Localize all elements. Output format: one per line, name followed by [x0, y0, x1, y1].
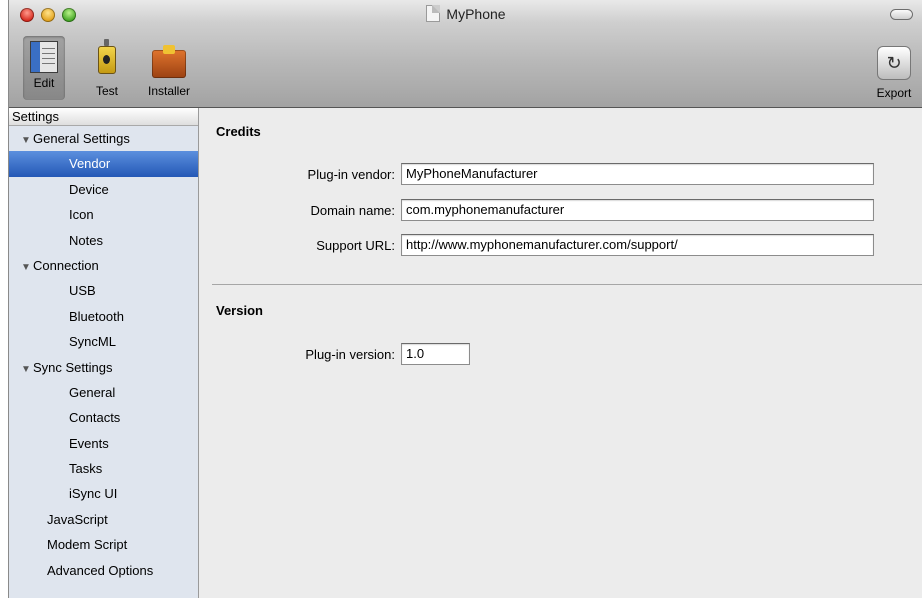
- package-icon: [152, 45, 186, 78]
- sidebar-item-javascript[interactable]: JavaScript: [9, 507, 198, 532]
- sidebar-item-vendor[interactable]: Vendor: [9, 151, 198, 177]
- sidebar-item-modem-script[interactable]: Modem Script: [9, 532, 198, 557]
- domain-field[interactable]: com.myphonemanufacturer: [401, 199, 874, 221]
- export-label: Export: [876, 86, 912, 100]
- domain-label: Domain name:: [310, 202, 395, 218]
- installer-label: Installer: [147, 84, 191, 98]
- edit-label: Edit: [33, 76, 55, 90]
- bug-spray-icon: [98, 39, 116, 74]
- domain-row: Domain name: com.myphonemanufacturer: [199, 199, 874, 221]
- sidebar-group-sync-settings[interactable]: ▼ Sync Settings: [9, 355, 198, 380]
- sidebar-group-connection[interactable]: ▼ Connection: [9, 253, 198, 278]
- disclosure-triangle-icon[interactable]: ▼: [21, 357, 33, 382]
- support-url-row: Support URL: http://www.myphonemanufactu…: [199, 234, 874, 256]
- plugin-version-row: Plug-in version: 1.0: [199, 343, 470, 365]
- sidebar-group-general-settings[interactable]: ▼ General Settings: [9, 126, 198, 151]
- sidebar-item-usb[interactable]: USB: [9, 278, 198, 303]
- sidebar-item-tasks[interactable]: Tasks: [9, 456, 198, 481]
- support-url-field[interactable]: http://www.myphonemanufacturer.com/suppo…: [401, 234, 874, 256]
- disclosure-triangle-icon[interactable]: ▼: [21, 128, 33, 153]
- version-section-title: Version: [216, 303, 263, 318]
- sidebar-item-events[interactable]: Events: [9, 431, 198, 456]
- settings-sidebar[interactable]: Settings ▼ General Settings Vendor Device…: [9, 108, 199, 598]
- window-title: MyPhone: [446, 6, 506, 22]
- sidebar-header: Settings: [9, 108, 198, 126]
- sidebar-item-advanced-options[interactable]: Advanced Options: [9, 558, 198, 583]
- toolbar: MyPhone Edit Test Installer ↻ Export: [9, 0, 922, 108]
- vendor-label: Plug-in vendor:: [307, 166, 395, 182]
- document-icon: [426, 5, 441, 22]
- support-url-label: Support URL:: [316, 237, 395, 253]
- section-divider: [212, 284, 922, 285]
- window-title-bar: MyPhone: [9, 5, 922, 22]
- sidebar-item-contacts[interactable]: Contacts: [9, 405, 198, 430]
- test-label: Test: [95, 84, 118, 98]
- sidebar-item-device[interactable]: Device: [9, 177, 198, 202]
- test-toolbar-button[interactable]: Test: [87, 39, 127, 98]
- sidebar-item-isync-ui[interactable]: iSync UI: [9, 481, 198, 506]
- edit-icon: [30, 41, 58, 73]
- export-toolbar-button[interactable]: ↻ Export: [868, 46, 920, 100]
- installer-toolbar-button[interactable]: Installer: [136, 45, 202, 98]
- toolbar-toggle-button[interactable]: [890, 9, 913, 20]
- credits-section-title: Credits: [216, 124, 261, 139]
- sidebar-item-general[interactable]: General: [9, 380, 198, 405]
- sidebar-item-syncml[interactable]: SyncML: [9, 329, 198, 354]
- export-icon: ↻: [877, 46, 911, 80]
- plugin-version-label: Plug-in version:: [305, 346, 395, 362]
- sidebar-item-bluetooth[interactable]: Bluetooth: [9, 304, 198, 329]
- app-window: MyPhone Edit Test Installer ↻ Export Set…: [8, 0, 922, 598]
- edit-toolbar-button[interactable]: Edit: [23, 36, 65, 100]
- settings-panel: Credits Plug-in vendor: MyPhoneManufactu…: [199, 108, 922, 598]
- sidebar-item-notes[interactable]: Notes: [9, 228, 198, 253]
- sidebar-item-icon[interactable]: Icon: [9, 202, 198, 227]
- vendor-row: Plug-in vendor: MyPhoneManufacturer: [199, 163, 874, 185]
- plugin-version-field[interactable]: 1.0: [401, 343, 470, 365]
- vendor-field[interactable]: MyPhoneManufacturer: [401, 163, 874, 185]
- disclosure-triangle-icon[interactable]: ▼: [21, 255, 33, 280]
